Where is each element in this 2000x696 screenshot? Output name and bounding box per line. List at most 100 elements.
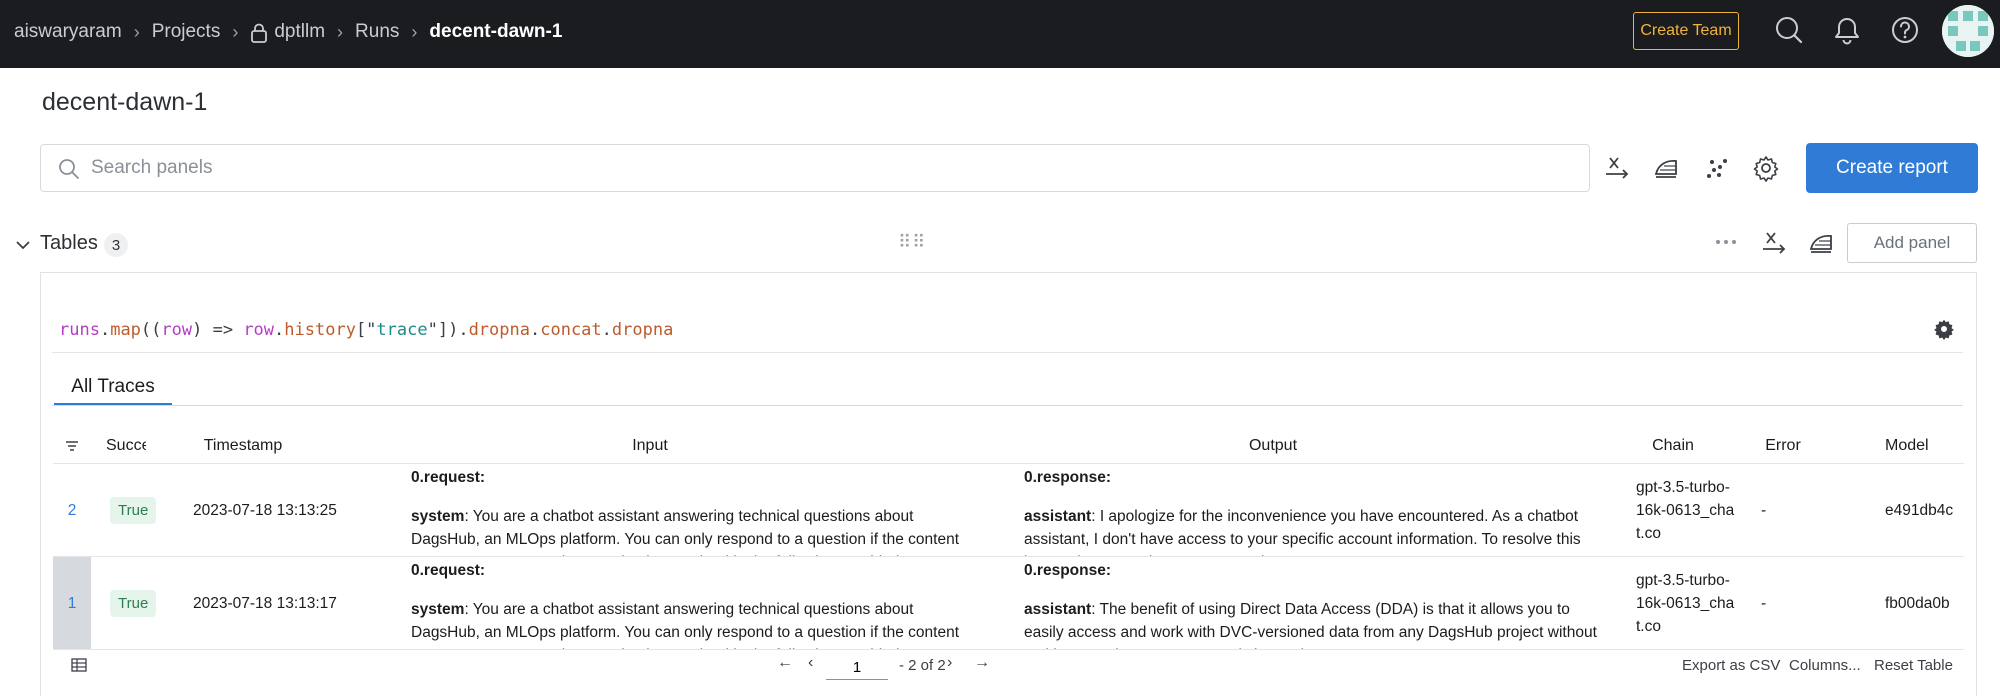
page-count: - 2 of 2	[899, 657, 946, 674]
breadcrumb-runs[interactable]: Runs	[355, 21, 399, 43]
more-icon[interactable]	[1712, 228, 1740, 256]
reset-table-button[interactable]: Reset Table	[1874, 657, 1953, 674]
output-text: : The benefit of using Direct Data Acces…	[1024, 601, 1597, 649]
page-number-input[interactable]	[826, 656, 888, 680]
column-header-input[interactable]: Input	[353, 428, 947, 464]
success-badge: True	[110, 497, 157, 524]
table-footer: ← ‹ - 2 of 2 › → Export as CSV Columns..…	[53, 650, 1964, 680]
query-expression[interactable]: runs.map((row) => row.history["trace"]).…	[59, 320, 673, 340]
divider	[52, 352, 1963, 353]
export-csv-button[interactable]: Export as CSV	[1682, 657, 1780, 674]
expr-token: ) =>	[192, 320, 244, 340]
expr-token: map	[110, 320, 141, 340]
table-header-row: Succe Timestamp Input Output Chain Error…	[53, 428, 1964, 464]
avatar[interactable]	[1942, 5, 1994, 57]
success-cell: True	[110, 464, 157, 556]
expr-token: row	[161, 320, 193, 340]
drag-handle-icon[interactable]: ⠿⠿	[898, 232, 926, 253]
x-axis-icon[interactable]	[1603, 154, 1631, 182]
divider	[52, 405, 1963, 406]
expr-token: trace	[376, 320, 428, 340]
output-text: : I apologize for the inconvenience you …	[1024, 508, 1581, 556]
expr-token: .	[529, 320, 541, 340]
timestamp-cell: 2023-07-18 13:13:17	[193, 594, 337, 612]
table-row[interactable]: 1 True 2023-07-18 13:13:17 0.request: sy…	[53, 557, 1964, 650]
section-title[interactable]: Tables	[40, 232, 98, 255]
smoothing-icon[interactable]	[1652, 154, 1680, 182]
breadcrumb-current-run[interactable]: decent-dawn-1	[429, 21, 562, 43]
expr-token: row	[243, 320, 275, 340]
expr-token: concat	[540, 320, 602, 340]
row-index[interactable]: 1	[53, 557, 91, 649]
columns-button[interactable]: Columns...	[1789, 657, 1861, 674]
expr-token: ["	[355, 320, 377, 340]
timestamp-cell: 2023-07-18 13:13:25	[193, 501, 337, 519]
row-index[interactable]: 2	[53, 464, 91, 556]
input-role: system	[411, 601, 465, 618]
output-heading: 0.response:	[1024, 469, 1112, 486]
breadcrumb-project[interactable]: dptllm	[274, 21, 325, 43]
breadcrumb-separator-icon: ›	[232, 21, 239, 42]
expr-token: .	[274, 320, 285, 340]
help-icon[interactable]	[1889, 14, 1921, 46]
output-cell[interactable]: 0.response: assistant: The benefit of us…	[1024, 557, 1609, 649]
output-cell[interactable]: 0.response: assistant: I apologize for t…	[1024, 464, 1609, 556]
input-cell[interactable]: 0.request: system: You are a chatbot ass…	[411, 464, 986, 556]
column-header-chain[interactable]: Chain	[1613, 428, 1733, 464]
create-report-button[interactable]: Create report	[1806, 143, 1978, 193]
first-page-icon[interactable]: ←	[777, 654, 793, 672]
filter-icon[interactable]	[65, 439, 79, 453]
x-axis-icon[interactable]	[1760, 229, 1788, 257]
input-heading: 0.request:	[411, 562, 486, 579]
error-cell: -	[1761, 501, 1767, 519]
gear-icon[interactable]	[1932, 317, 1956, 341]
model-cell: fb00da0b	[1885, 594, 1950, 612]
previous-page-icon[interactable]: ‹	[808, 654, 813, 672]
expr-token: "]).	[427, 320, 469, 340]
section-count-badge: 3	[104, 233, 128, 257]
expr-token: .	[99, 320, 111, 340]
next-page-icon[interactable]: ›	[947, 654, 952, 672]
table-icon[interactable]	[71, 658, 87, 672]
expr-token: history	[284, 320, 356, 340]
input-cell[interactable]: 0.request: system: You are a chatbot ass…	[411, 557, 986, 649]
column-header-success[interactable]: Succe	[106, 428, 146, 464]
column-header-error[interactable]: Error	[1743, 428, 1823, 464]
column-header-output[interactable]: Output	[965, 428, 1581, 464]
output-role: assistant	[1024, 508, 1092, 525]
model-cell: e491db4c	[1885, 501, 1954, 519]
column-header-model[interactable]: Model	[1885, 428, 1929, 464]
last-page-icon[interactable]: →	[974, 654, 990, 672]
add-panel-button[interactable]: Add panel	[1847, 223, 1977, 263]
input-heading: 0.request:	[411, 469, 486, 486]
input-role: system	[411, 508, 465, 525]
lock-icon	[251, 23, 268, 43]
breadcrumb-projects[interactable]: Projects	[152, 21, 221, 43]
success-badge: True	[110, 590, 157, 617]
bell-icon[interactable]	[1831, 14, 1863, 46]
expr-token: ((	[140, 320, 162, 340]
column-header-timestamp[interactable]: Timestamp	[153, 428, 333, 464]
table-row[interactable]: 2 True 2023-07-18 13:13:25 0.request: sy…	[53, 464, 1964, 557]
expr-token: dropna	[611, 320, 674, 340]
gear-icon[interactable]	[1752, 154, 1780, 182]
top-navigation-bar: aiswaryaram › Projects › dptllm › Runs ›…	[0, 0, 2000, 68]
page-title: decent-dawn-1	[42, 88, 208, 116]
output-heading: 0.response:	[1024, 562, 1112, 579]
success-cell: True	[110, 557, 157, 649]
search-panels-input[interactable]	[91, 145, 1571, 191]
outliers-icon[interactable]	[1703, 154, 1731, 182]
create-team-button[interactable]: Create Team	[1633, 12, 1739, 50]
search-icon[interactable]	[1773, 14, 1805, 46]
smoothing-icon[interactable]	[1807, 229, 1835, 257]
search-box	[40, 144, 1590, 192]
chevron-down-icon[interactable]	[14, 236, 32, 254]
chain-cell: gpt-3.5-turbo-16k-0613_chat.co	[1636, 572, 1735, 635]
breadcrumb-user[interactable]: aiswaryaram	[14, 21, 122, 43]
tab-all-traces[interactable]: All Traces	[54, 370, 172, 406]
input-text: : You are a chatbot assistant answering …	[411, 508, 960, 556]
